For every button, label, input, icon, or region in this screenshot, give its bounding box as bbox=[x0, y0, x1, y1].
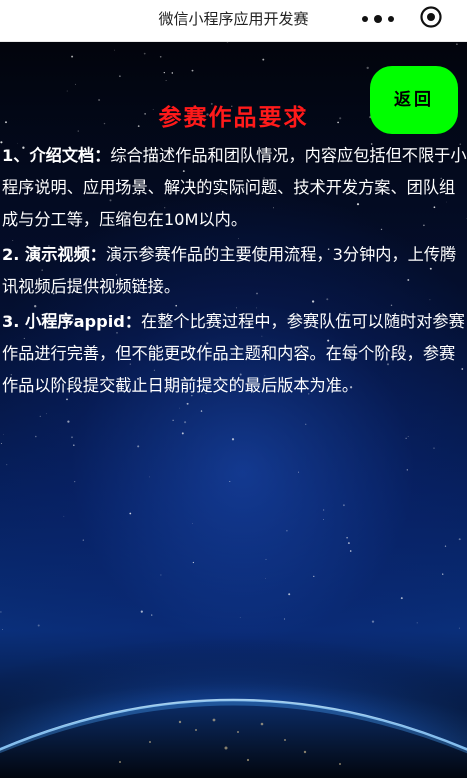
star bbox=[67, 420, 70, 423]
requirement-item: 1、介绍文档：综合描述作品和团队情况，内容应包括但不限于小程序说明、应用场景、解… bbox=[2, 140, 467, 236]
star bbox=[114, 49, 116, 51]
space-earth-night-image: 返回 参赛作品要求 1、介绍文档：综合描述作品和团队情况，内容应包括但不限于小程… bbox=[0, 42, 467, 778]
star bbox=[297, 471, 300, 473]
star bbox=[433, 447, 435, 449]
star bbox=[66, 90, 68, 92]
dot bbox=[374, 15, 382, 23]
target-circle-icon[interactable] bbox=[419, 5, 443, 29]
star bbox=[231, 438, 235, 441]
star bbox=[229, 480, 231, 483]
requirements-list: 1、介绍文档：综合描述作品和团队情况，内容应包括但不限于小程序说明、应用场景、解… bbox=[2, 140, 467, 405]
star bbox=[288, 593, 291, 596]
star bbox=[442, 573, 444, 575]
requirement-lead: 3. 小程序appid： bbox=[2, 312, 142, 331]
star bbox=[313, 575, 315, 578]
star bbox=[184, 421, 187, 424]
star bbox=[405, 437, 407, 439]
star bbox=[192, 561, 195, 564]
star bbox=[458, 538, 461, 541]
star bbox=[407, 436, 409, 437]
more-dots-icon[interactable] bbox=[362, 11, 394, 27]
star bbox=[192, 523, 193, 524]
star bbox=[172, 419, 174, 421]
star bbox=[323, 509, 325, 511]
star bbox=[82, 539, 84, 541]
star bbox=[366, 66, 369, 70]
star bbox=[129, 512, 132, 515]
star bbox=[286, 529, 288, 532]
star bbox=[163, 71, 165, 74]
star bbox=[0, 443, 2, 444]
star bbox=[349, 550, 352, 552]
requirement-lead: 1、介绍文档： bbox=[2, 146, 111, 165]
star bbox=[265, 558, 267, 560]
star bbox=[165, 79, 167, 82]
star bbox=[149, 476, 150, 478]
navbar-title: 微信小程序应用开发赛 bbox=[158, 10, 309, 28]
star bbox=[6, 464, 8, 466]
star bbox=[444, 545, 447, 547]
star bbox=[3, 434, 4, 436]
requirement-lead: 2. 演示视频： bbox=[2, 245, 106, 264]
requirement-item: 3. 小程序appid：在整个比赛过程中，参赛队伍可以随时对参赛作品进行完善，但… bbox=[2, 306, 467, 402]
star bbox=[137, 445, 140, 448]
star bbox=[181, 432, 184, 435]
star bbox=[179, 407, 180, 409]
star bbox=[71, 436, 73, 439]
star bbox=[160, 574, 162, 576]
star bbox=[71, 55, 74, 58]
star bbox=[200, 410, 203, 412]
star bbox=[46, 413, 47, 415]
top-navbar: 微信小程序应用开发赛 bbox=[0, 0, 467, 42]
star bbox=[400, 597, 403, 600]
star bbox=[119, 75, 121, 77]
earth-horizon bbox=[0, 602, 467, 778]
star bbox=[63, 515, 65, 517]
star bbox=[342, 504, 345, 507]
star bbox=[406, 469, 408, 471]
star bbox=[191, 69, 194, 72]
star bbox=[456, 43, 458, 46]
dot bbox=[388, 16, 394, 22]
star bbox=[305, 423, 307, 425]
star bbox=[323, 519, 324, 520]
star bbox=[35, 435, 37, 438]
star bbox=[346, 536, 348, 539]
star bbox=[75, 83, 76, 85]
star bbox=[262, 58, 265, 61]
star bbox=[171, 72, 174, 74]
star bbox=[39, 415, 41, 418]
star bbox=[347, 542, 350, 545]
page-title: 参赛作品要求 bbox=[158, 104, 309, 131]
requirement-item: 2. 演示视频：演示参赛作品的主要使用流程，3分钟内，上传腾讯视频后提供视频链接… bbox=[2, 239, 467, 303]
star bbox=[73, 444, 75, 447]
dot bbox=[362, 16, 368, 22]
star bbox=[74, 481, 76, 483]
star bbox=[226, 42, 229, 43]
star bbox=[265, 578, 266, 579]
star bbox=[159, 55, 162, 58]
star bbox=[143, 52, 146, 55]
